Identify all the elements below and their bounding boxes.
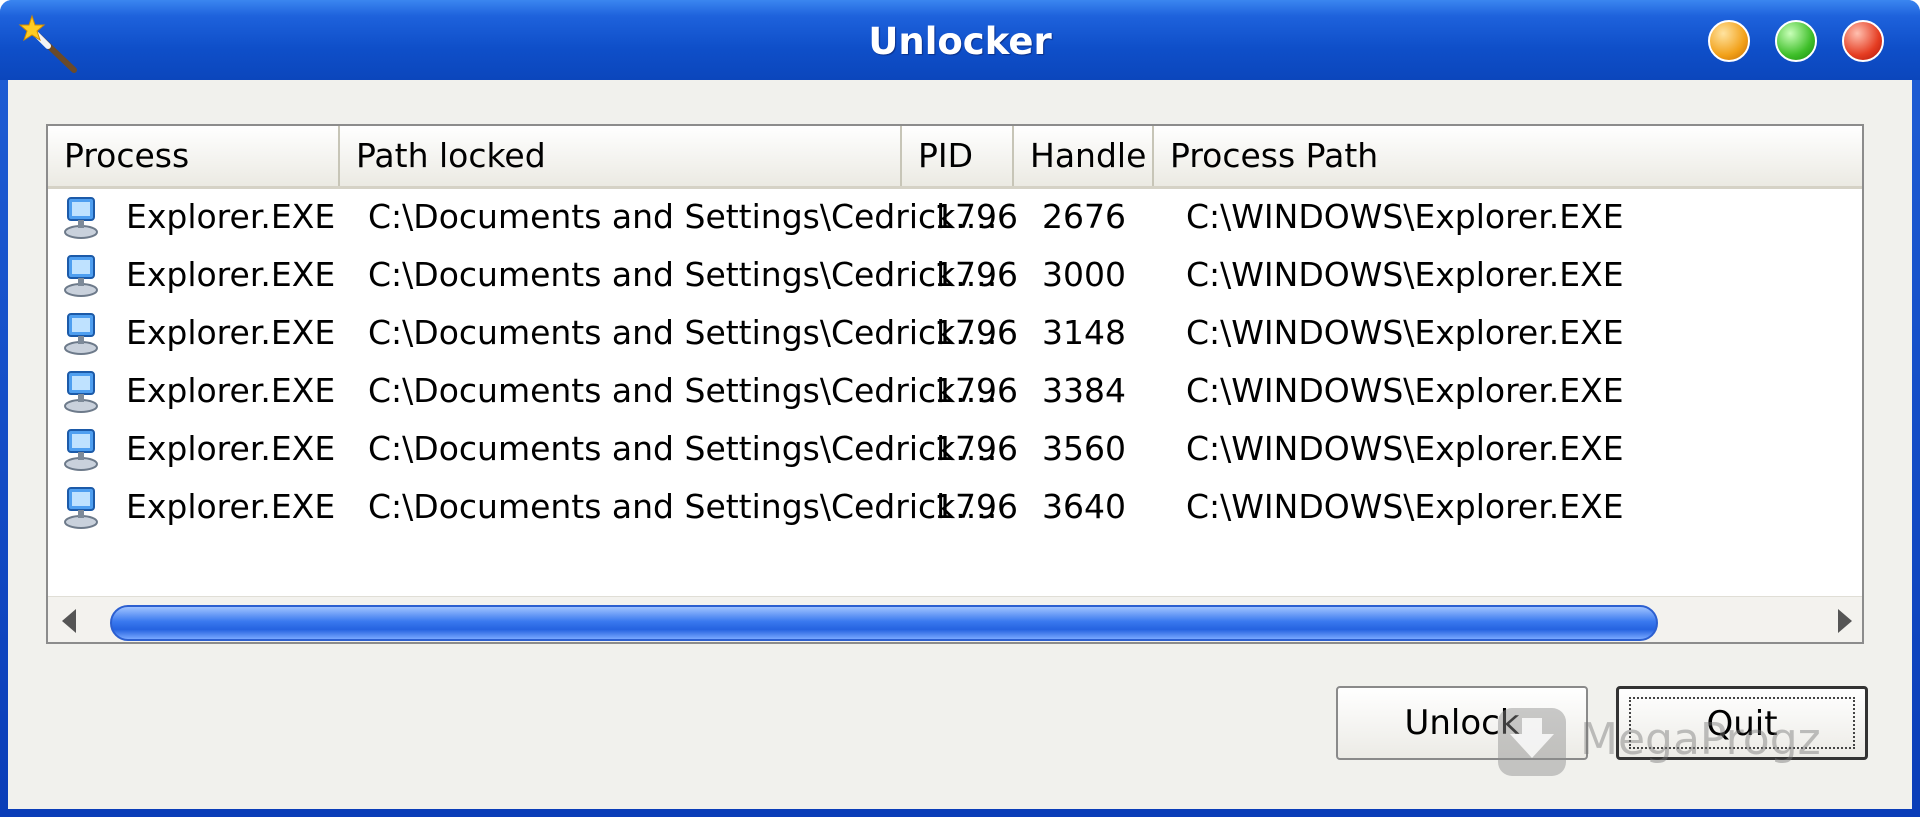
computer-icon: [64, 429, 98, 471]
table-row[interactable]: Explorer.EXE C:\Documents and Settings\Ce…: [48, 478, 1862, 536]
cell-handle: 3000: [1042, 255, 1126, 294]
computer-icon: [64, 255, 98, 297]
column-header-pid[interactable]: PID: [902, 126, 1014, 186]
computer-icon: [64, 197, 98, 239]
table-row[interactable]: Explorer.EXE C:\Documents and Settings\Ce…: [48, 420, 1862, 478]
quit-button[interactable]: Quit: [1616, 686, 1868, 760]
table-row[interactable]: Explorer.EXE C:\Documents and Settings\Ce…: [48, 246, 1862, 304]
cell-path-locked: C:\Documents and Settings\Cedrick....: [368, 487, 998, 526]
cell-path-locked: C:\Documents and Settings\Cedrick....: [368, 197, 998, 236]
cell-pid: 1796: [934, 255, 1018, 294]
cell-handle: 3384: [1042, 371, 1126, 410]
cell-process-path: C:\WINDOWS\Explorer.EXE: [1186, 487, 1624, 526]
cell-pid: 1796: [934, 371, 1018, 410]
computer-icon: [64, 313, 98, 355]
cell-pid: 1796: [934, 197, 1018, 236]
unlocker-window: Unlocker Process Path locked PID Handle …: [0, 0, 1920, 817]
cell-handle: 3640: [1042, 487, 1126, 526]
cell-process-path: C:\WINDOWS\Explorer.EXE: [1186, 313, 1624, 352]
cell-path-locked: C:\Documents and Settings\Cedrick....: [368, 429, 998, 468]
cell-pid: 1796: [934, 313, 1018, 352]
scroll-right-arrow-icon[interactable]: [1822, 597, 1864, 644]
column-header-process-path[interactable]: Process Path: [1154, 126, 1862, 186]
table-row[interactable]: Explorer.EXE C:\Documents and Settings\Ce…: [48, 304, 1862, 362]
unlock-button[interactable]: Unlock: [1336, 686, 1588, 760]
scroll-thumb[interactable]: [110, 605, 1658, 641]
cell-path-locked: C:\Documents and Settings\Cedrick....: [368, 313, 998, 352]
horizontal-scrollbar[interactable]: [48, 596, 1864, 644]
cell-process-path: C:\WINDOWS\Explorer.EXE: [1186, 197, 1624, 236]
title-bar[interactable]: Unlocker: [0, 0, 1920, 80]
focus-rectangle: [1629, 697, 1855, 749]
cell-process-path: C:\WINDOWS\Explorer.EXE: [1186, 429, 1624, 468]
cell-path-locked: C:\Documents and Settings\Cedrick....: [368, 371, 998, 410]
cell-handle: 3148: [1042, 313, 1126, 352]
cell-pid: 1796: [934, 429, 1018, 468]
computer-icon: [64, 371, 98, 413]
cell-handle: 3560: [1042, 429, 1126, 468]
cell-process: Explorer.EXE: [126, 487, 336, 526]
cell-path-locked: C:\Documents and Settings\Cedrick....: [368, 255, 998, 294]
column-header-path-locked[interactable]: Path locked: [340, 126, 902, 186]
table-row[interactable]: Explorer.EXE C:\Documents and Settings\Ce…: [48, 188, 1862, 246]
computer-icon: [64, 487, 98, 529]
maximize-icon[interactable]: [1775, 20, 1817, 62]
column-header-handle[interactable]: Handle: [1014, 126, 1154, 186]
window-title: Unlocker: [868, 20, 1052, 63]
minimize-icon[interactable]: [1708, 20, 1750, 62]
cell-process: Explorer.EXE: [126, 371, 336, 410]
cell-handle: 2676: [1042, 197, 1126, 236]
close-icon[interactable]: [1842, 20, 1884, 62]
cell-process: Explorer.EXE: [126, 255, 336, 294]
scroll-left-arrow-icon[interactable]: [48, 597, 92, 644]
table-row[interactable]: Explorer.EXE C:\Documents and Settings\Ce…: [48, 362, 1862, 420]
locking-handles-list[interactable]: Process Path locked PID Handle Process P…: [46, 124, 1864, 644]
column-header-process[interactable]: Process: [48, 126, 340, 186]
cell-process-path: C:\WINDOWS\Explorer.EXE: [1186, 371, 1624, 410]
cell-process: Explorer.EXE: [126, 197, 336, 236]
cell-process: Explorer.EXE: [126, 429, 336, 468]
cell-pid: 1796: [934, 487, 1018, 526]
cell-process-path: C:\WINDOWS\Explorer.EXE: [1186, 255, 1624, 294]
cell-process: Explorer.EXE: [126, 313, 336, 352]
list-header: Process Path locked PID Handle Process P…: [48, 126, 1862, 189]
